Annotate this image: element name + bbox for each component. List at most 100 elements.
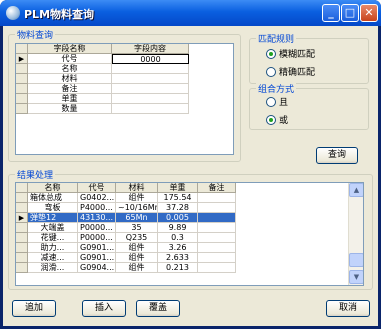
query-grid[interactable]: 字段名称 字段内容 ▶ 代号 0000 名称 材料 备注 单重 数量	[15, 43, 234, 155]
cell-note	[198, 203, 236, 213]
radio-button[interactable]	[266, 96, 276, 107]
cell-weight: 0.213	[158, 263, 198, 273]
column-header-code[interactable]: 代号	[78, 183, 116, 193]
cell-code: G0901...	[78, 243, 116, 253]
row-header-corner	[16, 183, 28, 193]
cell-name: 大端盖	[28, 223, 78, 233]
cancel-button[interactable]: 取消	[326, 300, 370, 317]
radio-label: 精确匹配	[279, 68, 316, 78]
query-field-value-input[interactable]	[112, 84, 189, 94]
scroll-up-icon[interactable]: ▲	[349, 183, 363, 197]
match-rule-group-label: 匹配规则	[256, 32, 297, 45]
cell-name: 花键...	[28, 233, 78, 243]
column-header-field-name[interactable]: 字段名称	[28, 44, 112, 54]
scroll-down-icon[interactable]: ▼	[349, 270, 363, 284]
query-field-name: 代号	[28, 54, 112, 64]
cell-weight: 0.005	[158, 213, 198, 223]
table-row[interactable]: 花键... P0000... Q235 0.3	[16, 233, 236, 243]
table-row[interactable]: 弯板 P4000... ~10/16Mn 37.28	[16, 203, 236, 213]
query-row[interactable]: 名称	[16, 64, 189, 74]
dialog-body: 物料查询 字段名称 字段内容 ▶ 代号 0000 名称 材料 备注 单重 数量 …	[3, 26, 378, 326]
table-row[interactable]: 减速... G0901... 组件 2.633	[16, 253, 236, 263]
cell-material: ~10/16Mn	[116, 203, 158, 213]
table-row[interactable]: 大端盖 P0000... 35 9.89	[16, 223, 236, 233]
result-vertical-scrollbar[interactable]: ▲ ▼	[348, 183, 363, 285]
radio-exact-match[interactable]: 精确匹配	[266, 65, 315, 78]
radio-button-checked[interactable]	[266, 48, 276, 59]
window-title: PLM物料查询	[24, 8, 95, 21]
cell-weight: 0.3	[158, 233, 198, 243]
cell-code: P0000...	[78, 233, 116, 243]
cell-code: P0000...	[78, 223, 116, 233]
query-row[interactable]: 备注	[16, 84, 189, 94]
table-row-selected[interactable]: ▶ 弹垫12 43130... 65Mn 0.005	[16, 213, 236, 223]
cell-note	[198, 223, 236, 233]
cell-material: 35	[116, 223, 158, 233]
scrollbar-thumb[interactable]	[349, 253, 363, 267]
query-field-name: 材料	[28, 74, 112, 84]
query-field-name: 备注	[28, 84, 112, 94]
cell-material: 组件	[116, 263, 158, 273]
cell-name: 箱体总成	[28, 193, 78, 203]
add-button[interactable]: 追加	[12, 300, 56, 317]
cell-note	[198, 253, 236, 263]
cell-material: 组件	[116, 243, 158, 253]
radio-fuzzy-match[interactable]: 模糊匹配	[266, 47, 315, 60]
result-grid[interactable]: 名称 代号 材料 单重 备注 箱体总成 G0402... 组件 175.54 弯	[15, 182, 364, 286]
table-row[interactable]: 润滑... G0904... 组件 0.213	[16, 263, 236, 273]
title-bar[interactable]: PLM物料查询 _ □ ✕	[0, 0, 381, 26]
maximize-icon[interactable]: □	[341, 4, 359, 22]
query-group: 物料查询 字段名称 字段内容 ▶ 代号 0000 名称 材料 备注 单重 数量	[8, 28, 241, 162]
radio-label: 且	[279, 98, 289, 108]
query-row[interactable]: 材料	[16, 74, 189, 84]
query-row[interactable]: ▶ 代号 0000	[16, 54, 189, 64]
cell-note	[198, 263, 236, 273]
result-grid-header: 名称 代号 材料 单重 备注	[16, 183, 236, 193]
column-header-material[interactable]: 材料	[116, 183, 158, 193]
cell-note	[198, 193, 236, 203]
query-field-value-input[interactable]	[112, 94, 189, 104]
combine-mode-group-label: 组合方式	[256, 82, 297, 95]
query-field-name: 数量	[28, 104, 112, 114]
query-field-value-input[interactable]	[112, 64, 189, 74]
current-row-indicator: ▶	[16, 213, 28, 223]
cell-name: 润滑...	[28, 263, 78, 273]
result-group: 结果处理 名称 代号 材料 单重 备注 箱体总成 G0402... 组件 175…	[8, 168, 373, 290]
cell-name: 减速...	[28, 253, 78, 263]
table-row[interactable]: 箱体总成 G0402... 组件 175.54	[16, 193, 236, 203]
column-header-note[interactable]: 备注	[198, 183, 236, 193]
cell-weight: 9.89	[158, 223, 198, 233]
query-row[interactable]: 数量	[16, 104, 189, 114]
table-row[interactable]: 助力... G0901... 组件 3.26	[16, 243, 236, 253]
cell-name: 弹垫12	[28, 213, 78, 223]
query-field-value-input[interactable]	[112, 74, 189, 84]
overwrite-button[interactable]: 覆盖	[136, 300, 180, 317]
cell-name: 弯板	[28, 203, 78, 213]
query-button[interactable]: 查询	[316, 147, 358, 164]
radio-or[interactable]: 或	[266, 113, 288, 126]
query-grid-header: 字段名称 字段内容	[16, 44, 189, 54]
radio-button[interactable]	[266, 66, 276, 77]
cell-material: 组件	[116, 253, 158, 263]
column-header-field-value[interactable]: 字段内容	[112, 44, 189, 54]
insert-button[interactable]: 插入	[82, 300, 126, 317]
query-field-value-input[interactable]: 0000	[112, 54, 189, 64]
query-row[interactable]: 单重	[16, 94, 189, 104]
query-field-name: 单重	[28, 94, 112, 104]
cell-code: P4000...	[78, 203, 116, 213]
cell-note	[198, 213, 236, 223]
current-row-indicator: ▶	[16, 54, 28, 64]
radio-and[interactable]: 且	[266, 95, 288, 108]
query-field-value-input[interactable]	[112, 104, 189, 114]
cell-weight: 3.26	[158, 243, 198, 253]
radio-label: 或	[279, 116, 289, 126]
minimize-icon[interactable]: _	[322, 4, 340, 22]
close-icon[interactable]: ✕	[360, 4, 378, 22]
cell-weight: 37.28	[158, 203, 198, 213]
radio-label: 模糊匹配	[279, 50, 316, 60]
radio-button-checked[interactable]	[266, 114, 276, 125]
column-header-weight[interactable]: 单重	[158, 183, 198, 193]
cell-weight: 2.633	[158, 253, 198, 263]
column-header-name[interactable]: 名称	[28, 183, 78, 193]
cell-weight: 175.54	[158, 193, 198, 203]
